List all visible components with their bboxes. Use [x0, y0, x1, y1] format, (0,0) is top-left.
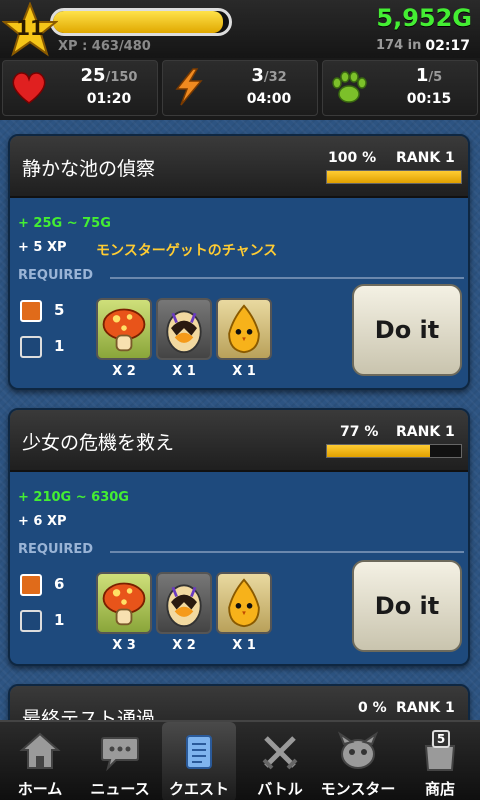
scroll-icon	[186, 735, 212, 769]
flame-chick-monster-icon	[216, 298, 272, 360]
gold-timer-label: 174 in	[376, 38, 422, 53]
quest-rank: RANK 1	[396, 700, 455, 716]
monster-qty: X 1	[232, 638, 256, 653]
stamina-timer: 00:15	[406, 91, 452, 107]
level-number: 11	[16, 16, 44, 40]
health-value: 25/150	[80, 65, 138, 86]
monster-qty: X 2	[172, 638, 196, 653]
nav-monster[interactable]: モンスター	[318, 722, 398, 800]
bottom-nav: ホーム ニュース クエスト バトル モンスター 5 商店	[0, 720, 480, 800]
nav-quest[interactable]: クエスト	[162, 722, 236, 800]
gold-amount: 5,952G	[376, 4, 472, 32]
member-req-value: 1	[54, 337, 65, 355]
home-icon	[19, 732, 61, 769]
status-header: 11 XP : 463/480 5,952G 174 in 02:17 25/1…	[0, 0, 480, 120]
energy-req-icon	[20, 300, 42, 322]
required-divider	[110, 277, 464, 279]
monster-qty: X 2	[112, 364, 136, 379]
reward-gold: + 210G ~ 630G	[18, 490, 129, 505]
reward-gold: + 25G ~ 75G	[18, 216, 111, 231]
energy-req-value: 5	[54, 301, 65, 319]
mushroom-monster-icon	[96, 298, 152, 360]
monster-qty: X 3	[112, 638, 136, 653]
reward-xp: + 5 XP	[18, 240, 67, 255]
member-req-icon	[20, 336, 42, 358]
quest-progress-bar	[326, 444, 462, 458]
quest-progress-percent: 100 %	[328, 150, 377, 166]
health-timer: 01:20	[86, 91, 132, 107]
required-label: REQUIRED	[18, 542, 94, 557]
lightning-icon	[175, 68, 203, 106]
health-stat[interactable]: 25/150 01:20	[2, 60, 158, 116]
quest-card: 少女の危機を救え 77 % RANK 1 + 210G ~ 630G + 6 X…	[8, 408, 470, 666]
energy-req-value: 6	[54, 575, 65, 593]
xp-text: XP : 463/480	[58, 39, 151, 54]
quest-card: 静かな池の偵察 100 % RANK 1 + 25G ~ 75G + 5 XP …	[8, 134, 470, 390]
quest-rank: RANK 1	[396, 424, 455, 440]
energy-value: 3/32	[251, 65, 287, 86]
nav-battle[interactable]: バトル	[240, 722, 320, 800]
shop-badge: 5	[432, 730, 450, 748]
mushroom-monster-icon	[96, 572, 152, 634]
xp-progress-bar	[50, 8, 232, 36]
do-it-button[interactable]: Do it	[352, 560, 462, 652]
reward-monster-chance: モンスターゲットのチャンス	[96, 243, 278, 259]
nav-label: モンスター	[320, 780, 396, 798]
nav-news[interactable]: ニュース	[80, 722, 160, 800]
quest-progress-fill	[327, 171, 461, 183]
nav-home[interactable]: ホーム	[0, 722, 80, 800]
flame-chick-monster-icon	[216, 572, 272, 634]
quest-rank: RANK 1	[396, 150, 455, 166]
chat-bubble-icon	[101, 737, 139, 772]
gold-timer: 02:17	[425, 38, 470, 54]
nav-label: ニュース	[90, 780, 150, 798]
stamina-stat[interactable]: 1/5 00:15	[322, 60, 478, 116]
level-star-icon: 11	[1, 1, 59, 58]
energy-stat[interactable]: 3/32 04:00	[162, 60, 318, 116]
nav-shop[interactable]: 5 商店	[400, 722, 480, 800]
xp-progress-fill	[53, 11, 223, 33]
do-it-button[interactable]: Do it	[352, 284, 462, 376]
required-label: REQUIRED	[18, 268, 94, 283]
stamina-value: 1/5	[415, 65, 443, 86]
member-req-icon	[20, 610, 42, 632]
nav-label: バトル	[257, 780, 303, 798]
energy-timer: 04:00	[246, 91, 292, 107]
member-req-value: 1	[54, 611, 65, 629]
monster-qty: X 1	[172, 364, 196, 379]
nav-label: 商店	[424, 780, 455, 798]
quest-progress-fill	[327, 445, 431, 457]
monster-head-icon	[337, 731, 379, 769]
energy-req-icon	[20, 574, 42, 596]
quest-title: 静かな池の偵察	[22, 158, 156, 180]
reward-xp: + 6 XP	[18, 514, 67, 529]
paw-icon	[332, 71, 367, 103]
quest-progress-bar	[326, 170, 462, 184]
nav-label: クエスト	[168, 780, 229, 798]
monster-qty: X 1	[232, 364, 256, 379]
flame-egg-monster-icon	[156, 298, 212, 360]
crossed-swords-icon	[262, 736, 298, 770]
heart-icon	[12, 72, 46, 104]
flame-egg-monster-icon	[156, 572, 212, 634]
quest-progress-percent: 77 %	[340, 424, 379, 440]
quest-progress-percent: 0 %	[358, 700, 387, 716]
required-divider	[110, 551, 464, 553]
quest-title: 少女の危機を救え	[22, 432, 175, 454]
nav-label: ホーム	[17, 780, 63, 798]
